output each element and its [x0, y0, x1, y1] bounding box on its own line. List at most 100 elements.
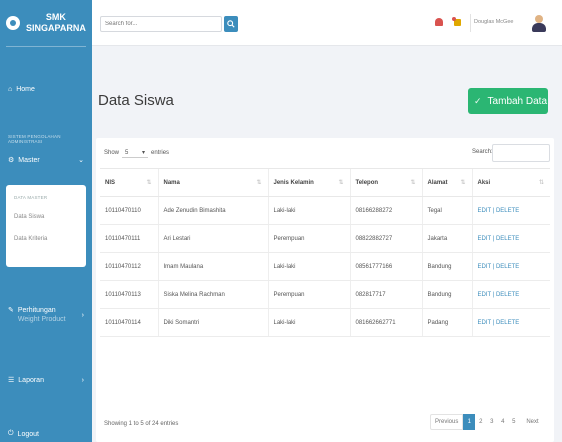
col-header-jenis-kelamin[interactable]: Jenis Kelamin ⇅ — [267, 168, 350, 197]
pagination-page-5[interactable]: 5 — [508, 414, 519, 430]
pagination-page-4[interactable]: 4 — [497, 414, 508, 430]
cell-jk: Laki-laki — [267, 308, 350, 337]
check-icon: ✓ — [474, 95, 482, 106]
pagination: Previous 1 2 3 4 5 Next — [430, 414, 544, 430]
cell-aksi: EDIT | DELETE — [471, 196, 550, 225]
delete-link[interactable]: DELETE — [496, 320, 519, 326]
gear-icon: ⚙ — [8, 157, 15, 164]
cell-aksi: EDIT | DELETE — [471, 280, 550, 309]
cell-alamat: Padang — [421, 308, 472, 337]
cell-nama: Ade Zenudin Bimashita — [157, 196, 268, 225]
table-search-input[interactable] — [492, 144, 550, 162]
main-content: Data Siswa ✓ Tambah Data Show 5 ▾ entrie… — [92, 46, 562, 442]
entries-select[interactable]: 5 ▾ — [122, 148, 149, 158]
table-row: 10110470111 Ari Lestari Perempuan 088228827… — [100, 224, 550, 253]
cell-telepon: 08822882727 — [349, 224, 422, 253]
cell-telepon: 081662662771 — [349, 308, 422, 337]
cell-jk: Laki-laki — [267, 196, 350, 225]
topbar-divider — [470, 14, 471, 32]
delete-link[interactable]: DELETE — [496, 292, 519, 298]
sidebar-item-laporan[interactable]: ☰ Laporan › — [0, 376, 92, 385]
sidebar-item-sublabel: Weight Product — [17, 316, 66, 323]
brand[interactable]: SMK SINGAPARNA — [0, 0, 92, 46]
master-submenu: DATA MASTER Data Siswa Data Kriteria — [6, 185, 86, 267]
pagination-page-1[interactable]: 1 — [463, 414, 476, 430]
cell-aksi: EDIT | DELETE — [471, 224, 550, 253]
pagination-next[interactable]: Next — [519, 414, 543, 430]
cell-nis: 10110470113 — [100, 280, 158, 309]
cell-nama: Ari Lestari — [157, 224, 268, 253]
col-header-nama[interactable]: Nama ⇅ — [157, 168, 268, 197]
table-row: 10110470110 Ade Zenudin Bimashita Laki-lak… — [100, 196, 550, 225]
submenu-heading: DATA MASTER — [14, 195, 48, 200]
col-header-aksi[interactable]: Aksi ⇅ — [471, 168, 550, 197]
pagination-page-3[interactable]: 3 — [486, 414, 497, 430]
search-button[interactable] — [224, 16, 238, 32]
table-search-label: Search: — [472, 149, 493, 155]
pagination-page-2[interactable]: 2 — [475, 414, 486, 430]
search-icon — [227, 20, 235, 28]
edit-link[interactable]: EDIT — [478, 264, 492, 270]
sidebar-item-label: Perhitungan — [17, 307, 56, 314]
list-icon: ☰ — [8, 377, 15, 384]
sidebar-item-label: Laporan — [18, 376, 44, 384]
alerts-button[interactable] — [434, 17, 444, 27]
sidebar: SMK SINGAPARNA ⌂ Home SISTEM PENGOLAHAN … — [0, 0, 92, 442]
edit-link[interactable]: EDIT — [478, 320, 492, 326]
edit-link[interactable]: EDIT — [478, 292, 492, 298]
cell-nis: 10110470112 — [100, 252, 158, 281]
table-row: 10110470114 Diki Somantri Laki-laki 0816626… — [100, 308, 550, 337]
chevron-right-icon: › — [81, 376, 84, 384]
sidebar-item-master[interactable]: ⚙ Master ⌄ — [0, 156, 92, 165]
user-name[interactable]: Douglas McGee — [474, 19, 513, 25]
cell-aksi: EDIT | DELETE — [471, 252, 550, 281]
cell-nama: Imam Maulana — [157, 252, 268, 281]
submenu-item-data-kriteria[interactable]: Data Kriteria — [14, 236, 78, 242]
edit-link[interactable]: EDIT — [478, 236, 492, 242]
sidebar-item-perhitungan[interactable]: ✎ Perhitungan Weight Product › — [0, 306, 92, 324]
logout-icon: ⏻ — [8, 430, 14, 437]
cell-alamat: Tegal — [421, 196, 472, 225]
home-icon: ⌂ — [8, 86, 13, 93]
brand-logo-icon — [6, 16, 20, 30]
cell-telepon: 08166288272 — [349, 196, 422, 225]
cell-telepon: 082817717 — [349, 280, 422, 309]
sidebar-item-home[interactable]: ⌂ Home — [0, 86, 92, 93]
add-data-button[interactable]: ✓ Tambah Data — [468, 88, 548, 114]
cell-aksi: EDIT | DELETE — [471, 308, 550, 337]
avatar[interactable] — [530, 13, 548, 33]
cell-nama: Siska Melina Rachman — [157, 280, 268, 309]
messages-badge — [452, 17, 456, 21]
chevron-down-icon: ▾ — [142, 150, 146, 156]
search-input[interactable] — [101, 17, 221, 31]
topbar: Douglas McGee — [92, 0, 562, 46]
topbar-search-box — [100, 16, 222, 32]
cell-jk: Perempuan — [267, 280, 350, 309]
col-header-alamat[interactable]: Alamat ⇅ — [421, 168, 472, 197]
col-header-nis[interactable]: NIS ⇅ — [100, 168, 158, 197]
data-table-card: Show 5 ▾ entries Search: NIS ⇅ Nama ⇅ Jeni… — [96, 138, 554, 442]
bell-icon — [435, 18, 443, 26]
sidebar-item-label: Logout — [17, 430, 39, 438]
pagination-previous[interactable]: Previous — [430, 414, 464, 430]
cell-alamat: Bandung — [421, 280, 472, 309]
col-header-telepon[interactable]: Telepon ⇅ — [349, 168, 422, 197]
delete-link[interactable]: DELETE — [496, 208, 519, 214]
cell-alamat: Jakarta — [421, 224, 472, 253]
page-title: Data Siswa — [98, 92, 174, 109]
cell-jk: Perempuan — [267, 224, 350, 253]
messages-button[interactable] — [452, 17, 462, 27]
cell-nis: 10110470111 — [100, 224, 158, 253]
cell-jk: Laki-laki — [267, 252, 350, 281]
delete-link[interactable]: DELETE — [496, 236, 519, 242]
chevron-down-icon: ⌄ — [78, 157, 84, 164]
table-info: Showing 1 to 5 of 24 entries — [104, 421, 179, 427]
avatar-head — [535, 15, 543, 23]
submenu-item-data-siswa[interactable]: Data Siswa — [14, 214, 78, 220]
cell-alamat: Bandung — [421, 252, 472, 281]
sidebar-item-label: Master — [18, 156, 40, 164]
sidebar-item-logout[interactable]: ⏻ Logout — [0, 430, 92, 438]
delete-link[interactable]: DELETE — [496, 264, 519, 270]
entries-length-control: Show 5 ▾ entries — [104, 148, 170, 158]
edit-link[interactable]: EDIT — [478, 208, 492, 214]
